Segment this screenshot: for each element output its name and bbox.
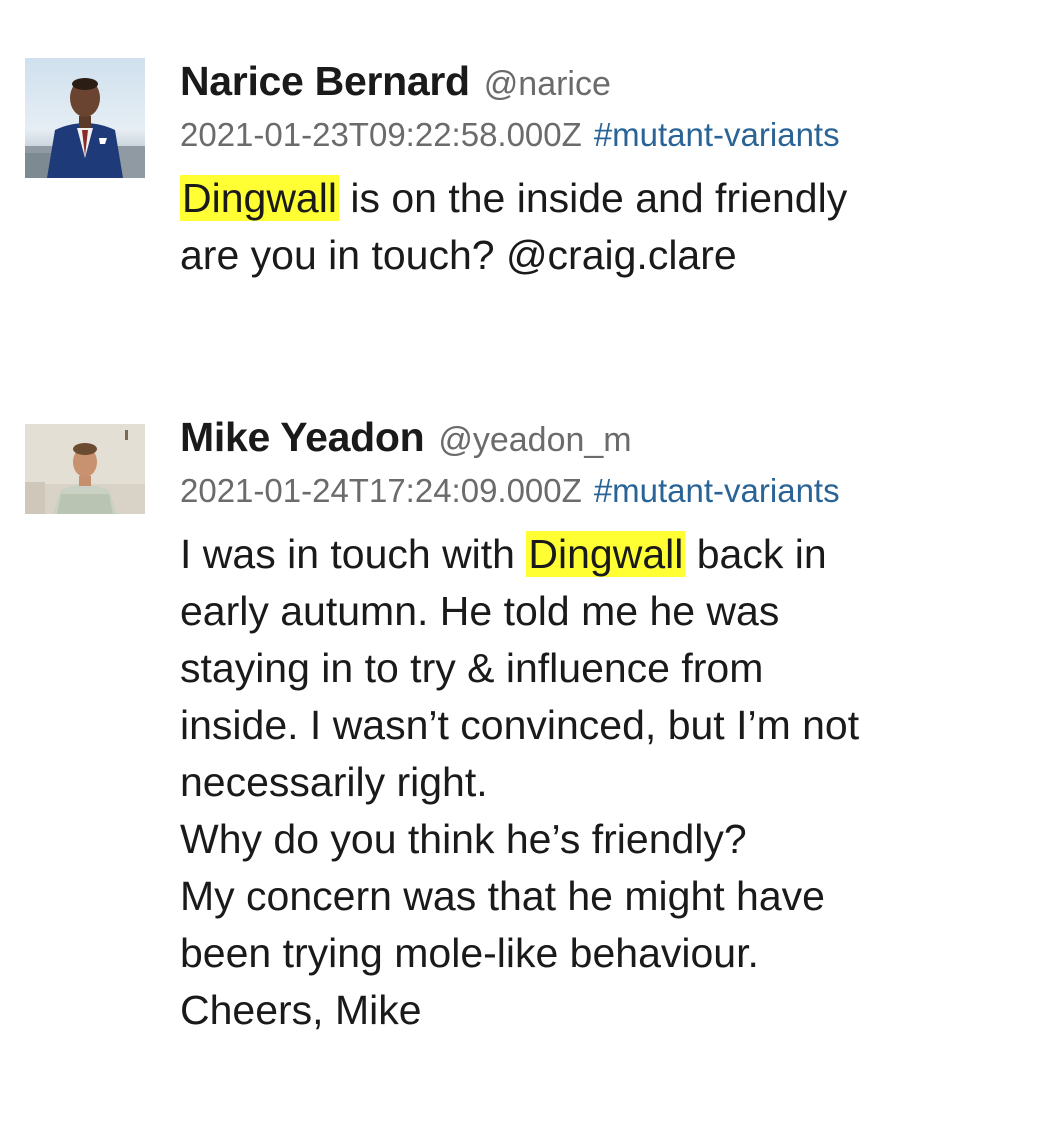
timestamp: 2021-01-23T09:22:58.000Z	[180, 116, 582, 153]
highlighted-term: Dingwall	[180, 175, 339, 221]
timestamp: 2021-01-24T17:24:09.000Z	[180, 472, 582, 509]
author-handle[interactable]: @yeadon_m	[438, 421, 631, 459]
avatar[interactable]	[25, 58, 145, 178]
channel-link[interactable]: #mutant-variants	[594, 472, 840, 509]
message-line: I was in touch with Dingwall back in	[180, 526, 1020, 583]
message-content: Mike Yeadon @yeadon_m 2021-01-24T17:24:09…	[180, 414, 1020, 1039]
message-header: Mike Yeadon @yeadon_m	[180, 414, 1020, 474]
message-content: Narice Bernard @narice 2021-01-23T09:22:5…	[180, 58, 1020, 284]
message-line: are you in touch? @craig.clare	[180, 232, 737, 278]
message-header: Narice Bernard @narice	[180, 58, 1020, 118]
message-line: been trying mole-like behaviour.	[180, 930, 759, 976]
message-line: staying in to try & influence from	[180, 645, 764, 691]
message-line-after: back in	[685, 531, 827, 577]
avatar-image	[25, 424, 145, 514]
message-line: necessarily right.	[180, 759, 488, 805]
message-line-after: is on the inside and friendly	[338, 175, 848, 221]
message-line: Cheers, Mike	[180, 987, 422, 1033]
message-line: early autumn. He told me he was	[180, 588, 780, 634]
channel-link[interactable]: #mutant-variants	[594, 116, 840, 153]
avatar[interactable]	[25, 424, 145, 514]
author-name[interactable]: Narice Bernard	[180, 58, 470, 104]
message-line: Why do you think he’s friendly?	[180, 816, 747, 862]
highlighted-term: Dingwall	[526, 531, 686, 577]
message-meta: 2021-01-23T09:22:58.000Z #mutant-variants	[180, 116, 1020, 164]
avatar-image	[25, 58, 145, 178]
author-name[interactable]: Mike Yeadon	[180, 414, 425, 460]
message-line: Dingwall is on the inside and friendly	[180, 170, 1020, 227]
message-body: I was in touch with Dingwall back in ear…	[180, 526, 1020, 1039]
message-line: inside. I wasn’t convinced, but I’m not	[180, 702, 860, 748]
author-handle[interactable]: @narice	[484, 65, 611, 103]
message-meta: 2021-01-24T17:24:09.000Z #mutant-variants	[180, 472, 1020, 520]
message-line-before: I was in touch with	[180, 531, 527, 577]
message-line: My concern was that he might have	[180, 873, 825, 919]
message-body: Dingwall is on the inside and friendly a…	[180, 170, 1020, 284]
